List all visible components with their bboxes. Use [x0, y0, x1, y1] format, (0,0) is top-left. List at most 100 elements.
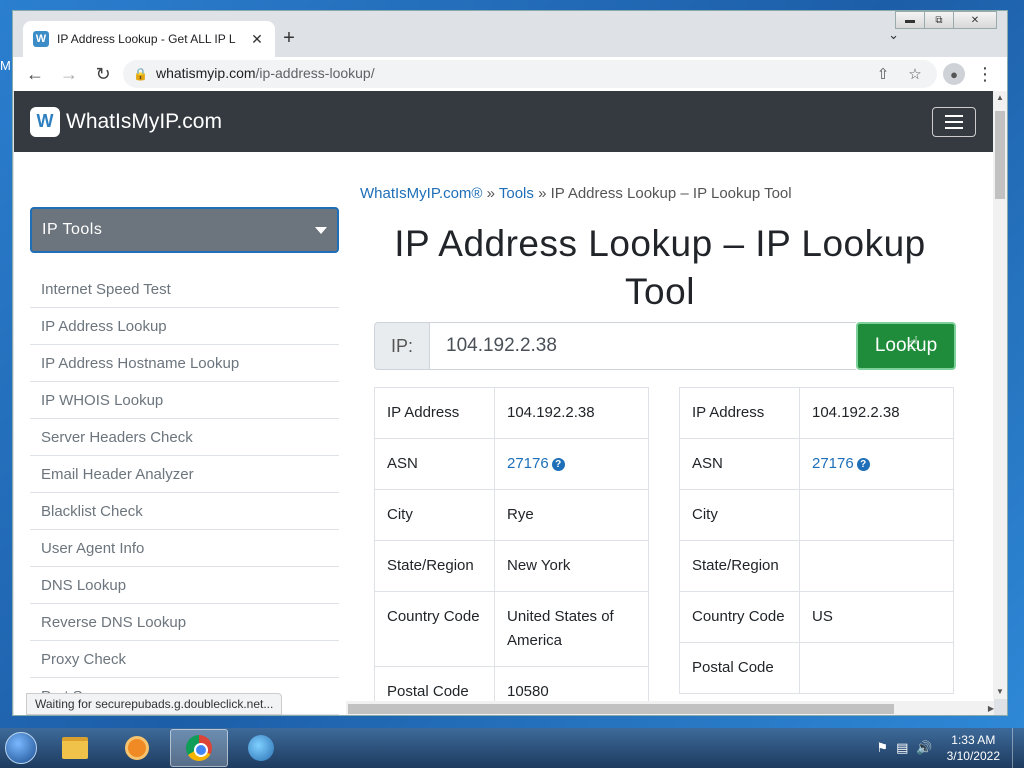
- table-row: ASN 27176?: [679, 438, 954, 490]
- asn-link[interactable]: 27176: [507, 455, 549, 472]
- row-value: US: [799, 591, 954, 643]
- sidebar-item-internet-speed-test[interactable]: Internet Speed Test: [30, 271, 339, 308]
- sidebar: IP Tools Internet Speed Test IP Address …: [30, 207, 339, 715]
- minimize-button[interactable]: ▬: [895, 11, 925, 29]
- taskbar-explorer[interactable]: [46, 729, 104, 767]
- breadcrumb-current: IP Address Lookup – IP Lookup Tool: [550, 185, 792, 202]
- status-bubble: Waiting for securepubads.g.doubleclick.n…: [26, 693, 283, 715]
- page-title: IP Address Lookup – IP Lookup Tool: [394, 223, 926, 312]
- sidebar-list: Internet Speed Test IP Address Lookup IP…: [30, 271, 339, 715]
- breadcrumb-home-link[interactable]: WhatIsMyIP.com®: [360, 185, 482, 202]
- breadcrumb-tools-link[interactable]: Tools: [499, 185, 534, 202]
- site-header: W WhatIsMyIP.com: [14, 91, 994, 152]
- start-button[interactable]: [0, 728, 42, 768]
- horizontal-scroll-thumb[interactable]: [348, 704, 894, 714]
- chrome-icon: [186, 735, 212, 761]
- sidebar-item-dns-lookup[interactable]: DNS Lookup: [30, 567, 339, 604]
- show-desktop-button[interactable]: [1012, 728, 1024, 768]
- windows-start-icon: [5, 732, 37, 764]
- sidebar-item-hostname-lookup[interactable]: IP Address Hostname Lookup: [30, 345, 339, 382]
- row-key: State/Region: [679, 540, 800, 592]
- sidebar-item-email-header[interactable]: Email Header Analyzer: [30, 456, 339, 493]
- row-key: Postal Code: [679, 642, 800, 694]
- scroll-down-arrow-icon[interactable]: ▼: [993, 685, 1007, 699]
- ip-lookup-form: IP: Lookup ☝: [374, 322, 956, 370]
- hamburger-menu-icon[interactable]: [932, 106, 976, 137]
- ip-tools-dropdown[interactable]: IP Tools: [30, 207, 339, 253]
- row-key: Country Code: [374, 591, 495, 667]
- table-row: State/Region: [679, 540, 954, 592]
- tab-search-chevron-icon[interactable]: ⌄: [888, 27, 899, 43]
- menu-kebab-icon[interactable]: ⋮: [971, 60, 999, 88]
- sidebar-item-reverse-dns[interactable]: Reverse DNS Lookup: [30, 604, 339, 641]
- desktop-edge-text: M: [0, 58, 11, 73]
- help-question-icon[interactable]: ?: [856, 457, 870, 471]
- sidebar-item-ip-address-lookup[interactable]: IP Address Lookup: [30, 308, 339, 345]
- taskbar-network-app[interactable]: [232, 729, 290, 767]
- media-player-icon: [125, 736, 149, 760]
- asn-link[interactable]: 27176: [812, 455, 854, 472]
- reload-icon[interactable]: ↻: [89, 60, 117, 88]
- profile-icon[interactable]: ●: [943, 63, 965, 85]
- row-key: IP Address: [374, 387, 495, 439]
- favicon-icon: W: [33, 31, 49, 47]
- folder-icon: [62, 737, 88, 759]
- browser-window: W IP Address Lookup - Get ALL IP L ✕ + ⌄…: [12, 10, 1008, 716]
- table-row: Country Code United States of America: [374, 591, 649, 667]
- sidebar-item-server-headers[interactable]: Server Headers Check: [30, 419, 339, 456]
- vertical-scroll-thumb[interactable]: [995, 111, 1005, 199]
- horizontal-scrollbar[interactable]: ▶: [346, 701, 994, 715]
- row-value: 104.192.2.38: [494, 387, 649, 439]
- row-key: City: [679, 489, 800, 541]
- network-icon[interactable]: ▤: [896, 740, 908, 756]
- scroll-up-arrow-icon[interactable]: ▲: [993, 91, 1007, 105]
- url-path: /ip-address-lookup/: [255, 65, 375, 81]
- lock-icon[interactable]: 🔒: [133, 67, 148, 81]
- row-value-cell: 27176?: [494, 438, 649, 490]
- sidebar-item-blacklist-check[interactable]: Blacklist Check: [30, 493, 339, 530]
- row-key: City: [374, 489, 495, 541]
- ip-tools-label: IP Tools: [42, 221, 103, 238]
- row-value: [799, 489, 954, 541]
- volume-icon[interactable]: 🔊: [916, 740, 932, 756]
- ip-input[interactable]: [430, 322, 856, 370]
- breadcrumb-separator: »: [533, 185, 551, 202]
- back-arrow-icon[interactable]: ←: [21, 60, 49, 88]
- row-value: [799, 642, 954, 694]
- site-logo[interactable]: W WhatIsMyIP.com: [30, 106, 222, 137]
- new-tab-button[interactable]: +: [275, 25, 303, 53]
- table-row: Country Code US: [679, 591, 954, 643]
- vertical-scrollbar[interactable]: ▲ ▼: [993, 91, 1007, 699]
- clock-date: 3/10/2022: [946, 749, 1000, 763]
- table-row: State/Region New York: [374, 540, 649, 592]
- logo-mark-icon: W: [30, 106, 60, 137]
- address-bar[interactable]: 🔒 whatismyip.com/ip-address-lookup/ ⇧ ☆: [123, 60, 937, 88]
- share-icon[interactable]: ⇧: [871, 65, 895, 83]
- sidebar-item-whois-lookup[interactable]: IP WHOIS Lookup: [30, 382, 339, 419]
- breadcrumb: WhatIsMyIP.com® » Tools » IP Address Loo…: [360, 185, 960, 202]
- window-controls: ▬ ⧉ ✕: [895, 11, 997, 29]
- browser-toolbar: ← → ↻ 🔒 whatismyip.com/ip-address-lookup…: [13, 57, 1007, 91]
- network-globe-icon: [248, 735, 274, 761]
- lookup-button[interactable]: Lookup: [856, 322, 956, 370]
- tab-strip: W IP Address Lookup - Get ALL IP L ✕ + ⌄…: [13, 11, 1007, 57]
- taskbar-chrome[interactable]: [170, 729, 228, 767]
- help-question-icon[interactable]: ?: [551, 457, 565, 471]
- breadcrumb-separator: »: [482, 185, 499, 202]
- sidebar-item-proxy-check[interactable]: Proxy Check: [30, 641, 339, 678]
- window-close-button[interactable]: ✕: [953, 11, 997, 29]
- sidebar-item-user-agent[interactable]: User Agent Info: [30, 530, 339, 567]
- bookmark-star-icon[interactable]: ☆: [903, 65, 927, 83]
- table-row: ASN 27176?: [374, 438, 649, 490]
- browser-tab[interactable]: W IP Address Lookup - Get ALL IP L ✕: [23, 21, 275, 57]
- restore-button[interactable]: ⧉: [924, 11, 954, 29]
- forward-arrow-icon[interactable]: →: [55, 60, 83, 88]
- taskbar-media-player[interactable]: [108, 729, 166, 767]
- clock-time: 1:33 AM: [951, 733, 996, 747]
- tab-close-icon[interactable]: ✕: [249, 31, 265, 48]
- row-key: State/Region: [374, 540, 495, 592]
- scroll-right-arrow-icon[interactable]: ▶: [988, 701, 994, 715]
- clock[interactable]: 1:33 AM 3/10/2022: [947, 732, 1000, 764]
- taskbar: ⚑ ▤ 🔊 1:33 AM 3/10/2022: [0, 728, 1024, 768]
- action-center-flag-icon[interactable]: ⚑: [876, 740, 888, 756]
